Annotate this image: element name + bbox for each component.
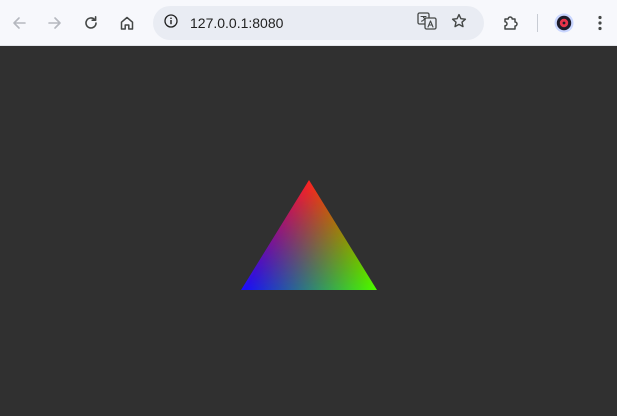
forward-button[interactable] [39, 7, 71, 39]
home-button[interactable] [111, 7, 143, 39]
extensions-button[interactable] [495, 7, 527, 39]
profile-button[interactable] [548, 7, 580, 39]
toolbar-divider [537, 14, 538, 32]
reload-icon [83, 15, 99, 31]
menu-button[interactable] [584, 7, 616, 39]
avatar [554, 13, 574, 33]
translate-icon [417, 11, 437, 35]
star-icon [451, 13, 467, 34]
url-text[interactable]: 127.0.0.1:8080 [190, 14, 283, 32]
rgb-triangle [241, 180, 377, 290]
reload-button[interactable] [75, 7, 107, 39]
page-viewport [0, 46, 617, 416]
forward-arrow-icon [47, 15, 63, 31]
home-icon [119, 15, 135, 31]
address-bar[interactable]: 127.0.0.1:8080 [153, 6, 484, 40]
info-icon [164, 13, 178, 33]
webgl-canvas[interactable] [0, 46, 617, 416]
translate-button[interactable] [415, 11, 439, 35]
back-arrow-icon [11, 15, 27, 31]
site-info-button[interactable] [161, 13, 181, 33]
puzzle-icon [502, 14, 520, 32]
back-button[interactable] [3, 7, 35, 39]
bookmark-button[interactable] [447, 11, 471, 35]
browser-toolbar: 127.0.0.1:8080 [0, 0, 617, 46]
kebab-menu-icon [598, 15, 602, 31]
